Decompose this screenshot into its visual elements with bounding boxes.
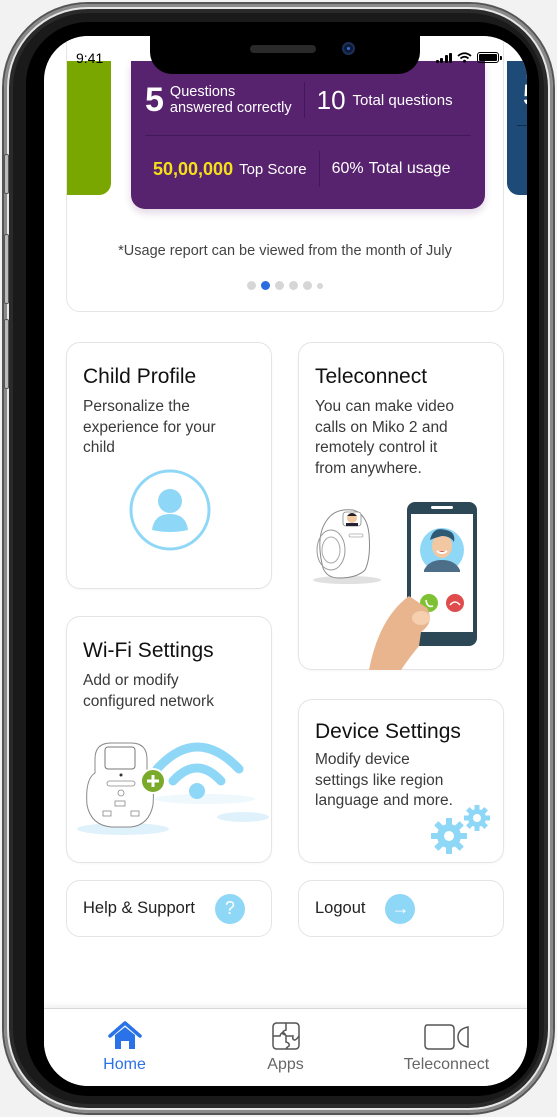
tab-teleconnect[interactable]: Teleconnect (366, 1009, 527, 1086)
usage-report-card: 5 Questions answered correctly 10 Total … (66, 36, 527, 312)
card-description: Personalize the experience for your chil… (83, 397, 216, 459)
carousel-pagination[interactable] (67, 281, 503, 290)
mute-switch (4, 154, 9, 194)
divider (318, 151, 320, 187)
correct-count: 5 (145, 81, 164, 119)
status-time: 9:41 (76, 50, 104, 66)
tab-label: Teleconnect (403, 1056, 490, 1073)
carousel-slide-active[interactable]: 5 Questions answered correctly 10 Total … (131, 61, 485, 209)
card-title: Wi-Fi Settings (83, 639, 214, 662)
top-score-value: 50,00,000 (153, 158, 234, 179)
child-profile-card[interactable]: Child Profile Personalize the experience… (66, 342, 272, 589)
tab-label: Apps (267, 1056, 304, 1073)
page-dot[interactable] (317, 282, 323, 289)
desc-line: calls on Miko 2 and (315, 418, 448, 436)
video-call-illustration (313, 502, 477, 670)
robot-wifi-illustration (77, 742, 269, 835)
card-title: Child Profile (83, 365, 197, 388)
logout-label: Logout (315, 899, 366, 917)
carousel-slide-next[interactable]: 5 (507, 61, 527, 195)
desc-line: Add or modify (83, 672, 179, 689)
desc-line: You can make video (315, 398, 455, 415)
divider (303, 82, 305, 118)
divider (145, 135, 471, 136)
bottom-tab-bar: Home Apps Teleconnect (44, 1008, 527, 1086)
battery-icon (477, 52, 502, 63)
total-questions-count: 10 (316, 84, 346, 115)
question-icon: ? (214, 893, 245, 924)
card-description: Add or modify configured network (83, 671, 214, 712)
carousel-slide-previous[interactable] (67, 61, 111, 195)
status-icons (435, 52, 502, 63)
home-icon (107, 1021, 142, 1049)
desc-line: remotely control it (315, 439, 438, 456)
card-description: You can make video calls on Miko 2 and r… (315, 397, 454, 479)
desc-line: Personalize the (83, 398, 190, 415)
robot-icon (313, 509, 381, 584)
card-title: Device Settings (315, 720, 461, 743)
help-support-button[interactable]: Help & Support ? (66, 880, 272, 937)
help-support-label: Help & Support (83, 899, 195, 917)
teleconnect-card[interactable]: Teleconnect You can make video calls on … (298, 342, 504, 670)
page-dot[interactable] (303, 281, 312, 290)
desc-line: from anywhere. (315, 459, 422, 477)
arrow-right-icon: → (385, 893, 416, 924)
usage-label: Total usage (368, 160, 451, 177)
correct-label-line1: Questions (169, 84, 236, 100)
cellular-signal-icon (435, 52, 452, 63)
volume-up-button (4, 234, 9, 304)
card-title: Teleconnect (315, 365, 428, 388)
speaker-grille (250, 45, 316, 53)
tab-home[interactable]: Home (44, 1009, 205, 1086)
page-dot-active[interactable] (261, 281, 270, 290)
user-circle-icon (129, 469, 211, 551)
usage-value: 60% (331, 160, 364, 177)
desc-line: settings like region (315, 771, 444, 789)
tab-apps[interactable]: Apps (205, 1009, 366, 1086)
puzzle-icon (271, 1022, 300, 1050)
total-questions-label: Total questions (352, 91, 453, 109)
desc-line: child (83, 439, 115, 456)
page-dot[interactable] (247, 281, 256, 290)
video-camera-icon (423, 1024, 469, 1050)
wifi-settings-card[interactable]: Wi-Fi Settings Add or modify configured … (66, 616, 272, 863)
volume-down-button (4, 319, 9, 389)
correct-label: Questions answered correctly (170, 84, 292, 116)
app-screen: 9:41 5 Questions answered correctly 10 T… (44, 36, 527, 1086)
logout-button[interactable]: Logout → (298, 880, 504, 937)
desc-line: Modify device (315, 751, 410, 768)
gears-icon (431, 805, 490, 854)
device-settings-card[interactable]: Device Settings Modify device settings l… (298, 699, 504, 863)
next-slide-count: 5 (523, 79, 527, 113)
desc-line: experience for your (83, 418, 216, 436)
correct-label-line2: answered correctly (169, 100, 292, 116)
wifi-icon (457, 52, 472, 63)
page-dot[interactable] (275, 281, 284, 290)
divider (517, 125, 527, 126)
front-camera (342, 42, 355, 55)
page-dot[interactable] (289, 281, 298, 290)
notch (150, 36, 420, 74)
usage-note: *Usage report can be viewed from the mon… (118, 243, 452, 259)
top-score-label: Top Score (239, 160, 307, 178)
card-description: Modify device settings like region langu… (315, 750, 453, 812)
desc-line: configured network (83, 692, 214, 710)
tab-label: Home (103, 1056, 146, 1073)
